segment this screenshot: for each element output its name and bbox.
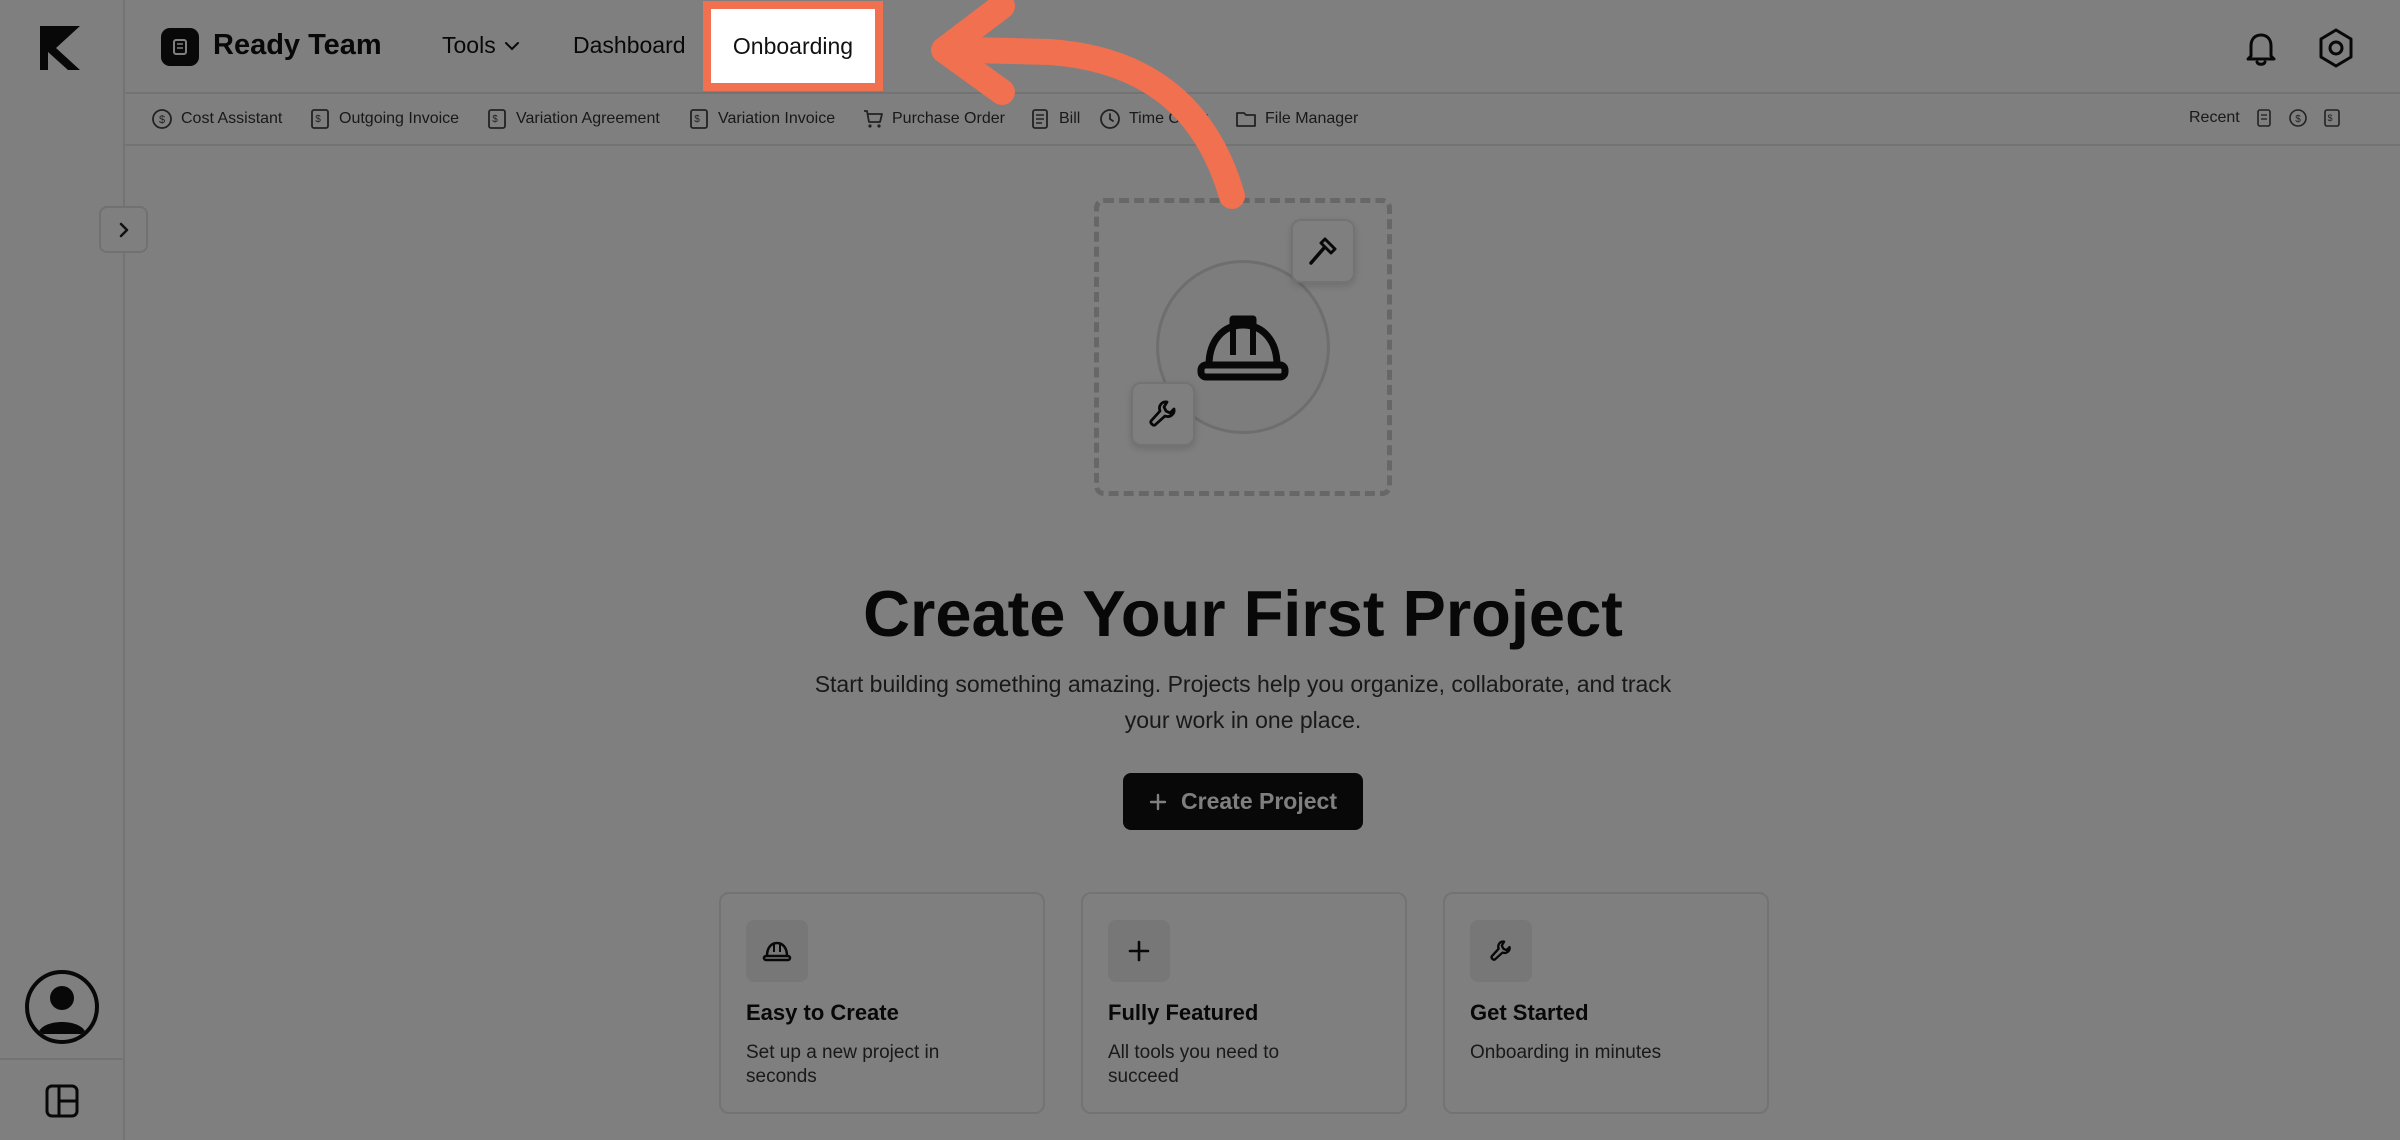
layout-panel-icon[interactable] (45, 1084, 79, 1118)
hammer-tile (1291, 219, 1355, 283)
svg-text:$: $ (2327, 113, 2332, 123)
dollar-circle-icon: $ (152, 109, 172, 129)
svg-text:$: $ (2295, 114, 2301, 125)
tool-variation-invoice[interactable]: $ Variation Invoice (688, 108, 835, 130)
plus-icon (1128, 940, 1150, 962)
nav-dashboard-link[interactable]: Dashboard (573, 32, 686, 59)
card-description: Onboarding in minutes (1470, 1042, 1662, 1063)
invoice-icon: $ (690, 109, 708, 129)
hard-hat-icon (1197, 315, 1289, 381)
svg-text:$: $ (315, 114, 321, 125)
invoice-icon: $ (311, 109, 329, 129)
invoice-icon: $ (488, 109, 506, 129)
card-description: Set up a new project in seconds (746, 1042, 940, 1087)
plus-icon (1149, 793, 1167, 810)
feature-card: Fully Featured All tools you need to suc… (1081, 892, 1407, 1114)
wrench-icon (1490, 940, 1511, 961)
tool-label: File Manager (1265, 110, 1359, 127)
top-navigation-bar: Ready Team Tools Dashboard (125, 0, 2400, 94)
page-title: Create Your First Project (863, 577, 1623, 650)
wrench-icon (1149, 400, 1176, 427)
recent-tools: Recent $ $ (2189, 108, 2342, 128)
create-project-button[interactable]: Create Project (1123, 773, 1363, 830)
rail-divider (0, 1058, 125, 1060)
card-title: Fully Featured (1108, 1000, 1259, 1025)
dollar-circle-icon[interactable]: $ (2288, 108, 2308, 128)
card-icon-box (1108, 920, 1170, 982)
chevron-down-icon (504, 41, 519, 50)
tool-label: Cost Assistant (181, 110, 283, 127)
pointer-arrow-icon (931, 0, 1245, 209)
team-badge-icon[interactable] (161, 28, 199, 66)
tool-label: Variation Invoice (718, 110, 836, 127)
invoice-icon[interactable]: $ (2322, 108, 2342, 128)
feature-card: Easy to Create Set up a new project in s… (719, 892, 1045, 1114)
page-subtitle: Start building something amazing. Projec… (814, 671, 1672, 733)
recent-label: Recent (2189, 109, 2240, 126)
hard-hat-icon (762, 941, 792, 962)
tool-outgoing-invoice[interactable]: $ Outgoing Invoice (309, 108, 459, 130)
notifications-bell-icon[interactable] (2241, 28, 2281, 68)
quick-tools-bar: $ Cost Assistant $ Outgoing Invoice $ Va… (125, 94, 2400, 146)
chevron-right-icon (119, 222, 128, 237)
team-name[interactable]: Ready Team (213, 29, 382, 62)
nav-tools-label: Tools (442, 32, 496, 58)
tool-variation-agreement[interactable]: $ Variation Agreement (486, 108, 660, 130)
card-icon-box (1470, 920, 1532, 982)
left-rail (0, 0, 125, 1140)
feature-card: Get Started Onboarding in minutes (1443, 892, 1769, 1114)
document-icon[interactable] (2254, 108, 2274, 128)
user-avatar[interactable] (25, 970, 99, 1044)
svg-text:$: $ (159, 114, 165, 126)
sidebar-expand-button[interactable] (99, 206, 148, 253)
settings-gear-icon[interactable] (2314, 26, 2358, 70)
nav-onboarding-link[interactable]: Onboarding (711, 9, 875, 83)
card-title: Get Started (1470, 1000, 1589, 1025)
svg-text:$: $ (492, 114, 498, 125)
create-project-label: Create Project (1181, 788, 1337, 814)
brand-logo-icon[interactable] (36, 22, 86, 74)
card-description: All tools you need to succeed (1108, 1042, 1280, 1087)
wrench-tile (1131, 382, 1195, 446)
app-window: Ready Team Tools Dashboard $ Cost Assist… (0, 0, 2400, 1140)
card-icon-box (746, 920, 808, 982)
cart-icon (864, 110, 883, 128)
nav-tools-dropdown[interactable]: Tools (442, 32, 520, 59)
hammer-icon (1309, 237, 1337, 265)
svg-text:$: $ (694, 114, 700, 125)
card-title: Easy to Create (746, 1000, 899, 1025)
tool-cost-assistant[interactable]: $ Cost Assistant (151, 108, 282, 130)
tool-label: Variation Agreement (516, 110, 660, 127)
tool-label: Outgoing Invoice (339, 110, 460, 127)
